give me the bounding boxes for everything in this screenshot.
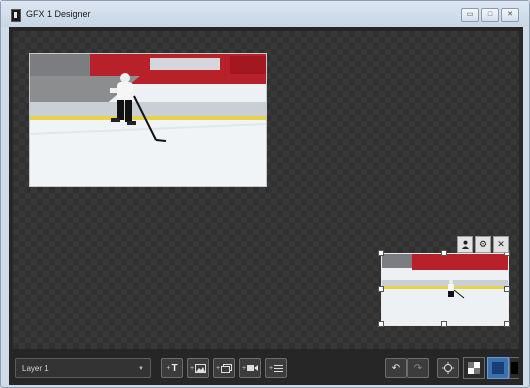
redo-button[interactable]: ↷	[407, 358, 429, 378]
redo-icon: ↷	[413, 362, 423, 374]
app-icon	[11, 9, 21, 22]
add-list-icon	[274, 364, 284, 372]
fit-view-icon	[442, 362, 454, 374]
chevron-down-icon: ▼	[138, 366, 144, 372]
canvas-frame: ⚙ ✕ Layer 1 ▼ + T + + + + ↶ ↷	[9, 27, 523, 385]
black-background-icon	[511, 362, 518, 374]
title-bar[interactable]: GFX 1 Designer ▭ □ ✕	[1, 1, 529, 27]
add-list-button[interactable]: +	[265, 358, 287, 378]
hockey-rink-thumbnail	[382, 254, 508, 325]
resize-handle-right[interactable]	[504, 286, 510, 292]
add-video-icon	[247, 365, 259, 371]
add-text-icon: T	[171, 362, 178, 374]
hockey-rink-image	[29, 54, 267, 186]
checker-background-button[interactable]	[463, 357, 485, 379]
fit-view-button[interactable]	[437, 358, 459, 378]
add-text-button[interactable]: + T	[161, 358, 183, 378]
checker-background-icon	[468, 362, 480, 374]
hockey-video-main[interactable]	[29, 53, 267, 187]
blue-background-icon	[492, 362, 504, 374]
person-icon[interactable]	[457, 236, 473, 253]
layer-select-value: Layer 1	[22, 364, 49, 373]
close-icon[interactable]: ✕	[493, 236, 509, 253]
undo-icon: ↶	[391, 362, 401, 374]
black-background-button[interactable]	[509, 357, 519, 379]
resize-handle-left[interactable]	[378, 286, 384, 292]
hockey-video-pip[interactable]	[381, 253, 509, 326]
resize-handle-bottom-right[interactable]	[504, 321, 510, 327]
gear-icon[interactable]: ⚙	[475, 236, 491, 253]
resize-handle-top[interactable]	[441, 250, 447, 256]
undo-button[interactable]: ↶	[385, 358, 407, 378]
maximize-button[interactable]: □	[481, 8, 499, 22]
add-video-button[interactable]: +	[239, 358, 261, 378]
resize-handle-top-left[interactable]	[378, 250, 384, 256]
resize-handle-bottom-left[interactable]	[378, 321, 384, 327]
resize-handle-bottom[interactable]	[441, 321, 447, 327]
designer-window: GFX 1 Designer ▭ □ ✕ ⚙ ✕ Layer 1 ▼ + T +…	[0, 0, 530, 388]
bottom-toolbar: Layer 1 ▼ + T + + + + ↶ ↷	[13, 355, 519, 381]
blue-background-button[interactable]	[487, 357, 509, 379]
canvas-stage[interactable]: ⚙ ✕	[13, 31, 519, 349]
add-image-icon	[195, 363, 207, 373]
add-media-button[interactable]: +	[213, 358, 235, 378]
layer-tools: ⚙ ✕	[457, 236, 509, 253]
close-button[interactable]: ✕	[501, 8, 519, 22]
minimize-button[interactable]: ▭	[461, 8, 479, 22]
add-media-icon	[221, 363, 233, 373]
add-image-button[interactable]: +	[187, 358, 209, 378]
layer-select[interactable]: Layer 1 ▼	[15, 358, 151, 378]
window-title: GFX 1 Designer	[26, 9, 91, 19]
